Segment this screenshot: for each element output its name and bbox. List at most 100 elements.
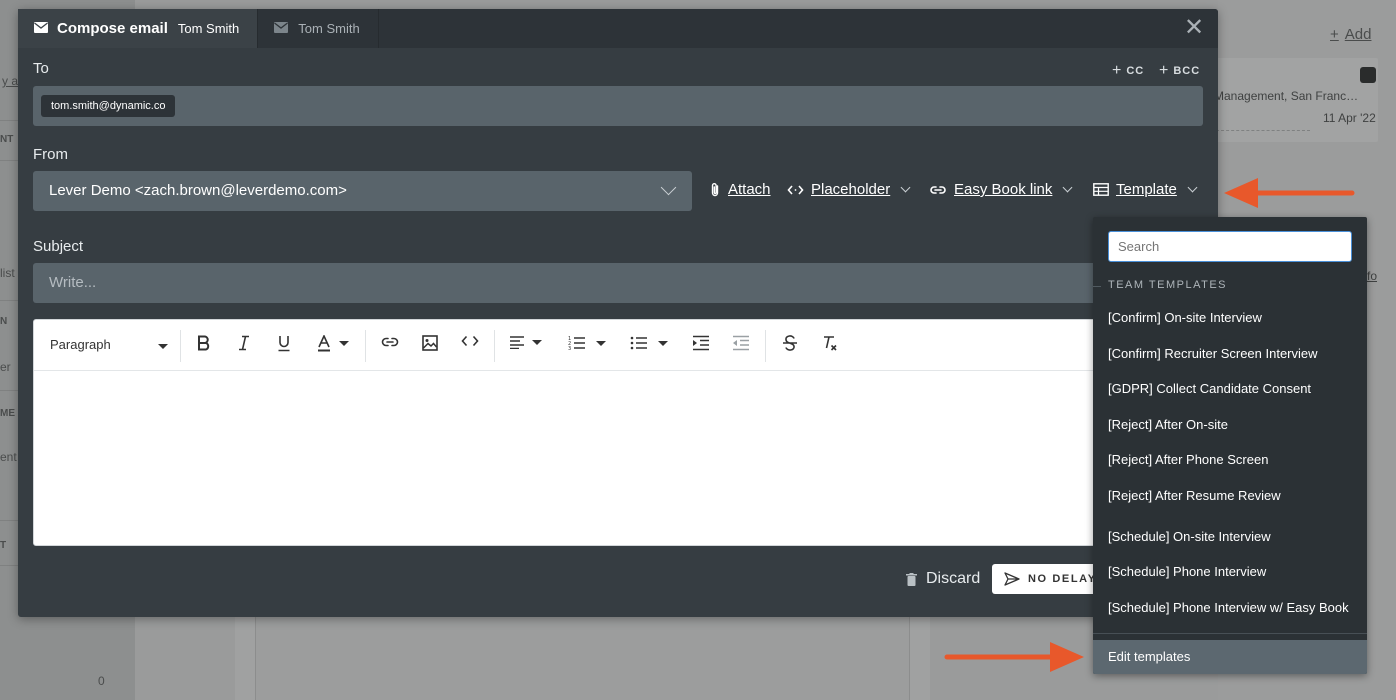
template-item[interactable]: [Schedule] Phone Interview (1108, 564, 1266, 579)
chevron-down-icon (1062, 182, 1073, 193)
subject-placeholder: Write... (49, 274, 97, 291)
outdent-button[interactable] (732, 335, 750, 351)
template-item[interactable]: [Confirm] Recruiter Screen Interview (1108, 346, 1318, 361)
bullet-list-icon (630, 336, 647, 350)
bold-icon (198, 335, 210, 351)
bg-card-location: Management, San Franc… (1214, 89, 1359, 103)
text-color-button[interactable] (317, 335, 349, 352)
compose-title: Compose email (57, 20, 168, 37)
recipient-chip[interactable]: tom.smith@dynamic.co (41, 95, 176, 117)
from-label: From (33, 146, 68, 163)
insert-image-button[interactable] (422, 335, 438, 351)
template-item[interactable]: [Confirm] On-site Interview (1108, 310, 1262, 325)
envelope-icon (34, 20, 48, 38)
table-icon (1093, 183, 1109, 196)
add-bcc-button[interactable]: + BCC (1159, 62, 1200, 80)
subject-input[interactable]: Write... (33, 263, 1203, 303)
editor-toolbar: Paragraph 1 2 3 (34, 320, 1202, 371)
chevron-down-icon (660, 179, 677, 196)
link-icon (929, 184, 947, 196)
annotation-arrow-left (1224, 178, 1355, 208)
send-icon (1004, 572, 1020, 586)
bold-button[interactable] (197, 335, 211, 351)
add-cc-button[interactable]: + CC (1112, 62, 1144, 80)
from-select[interactable]: Lever Demo <zach.brown@leverdemo.com> (33, 171, 692, 211)
background-card-inner (255, 616, 910, 700)
text-color-icon (318, 335, 330, 352)
template-item[interactable]: [Schedule] On-site Interview (1108, 529, 1271, 544)
section-title: TEAM TEMPLATES (1108, 279, 1228, 291)
bg-fragment: T (0, 540, 7, 551)
template-dropdown: TEAM TEMPLATES [Confirm] On-site Intervi… (1093, 217, 1367, 674)
caret-down-icon (339, 341, 349, 346)
template-item[interactable]: [GDPR] Collect Candidate Consent (1108, 381, 1311, 396)
italic-icon (239, 335, 249, 351)
caret-down-icon (158, 344, 169, 349)
caret-down-icon (658, 340, 668, 346)
code-view-button[interactable] (461, 335, 479, 347)
italic-button[interactable] (238, 335, 250, 351)
outdent-icon (733, 335, 749, 351)
underline-button[interactable] (277, 335, 291, 352)
tab-compose-email[interactable]: Compose email Tom Smith (18, 9, 258, 48)
template-search-input[interactable] (1108, 231, 1352, 262)
clear-format-button[interactable] (822, 335, 838, 351)
chevron-down-icon (1187, 182, 1198, 193)
compose-tabs: Compose email Tom Smith Tom Smith (18, 9, 379, 48)
bg-fragment: ME (0, 408, 15, 419)
bg-side-link[interactable]: fo (1367, 269, 1377, 283)
insert-link-button[interactable] (381, 335, 399, 349)
to-field[interactable]: tom.smith@dynamic.co (33, 86, 1203, 126)
underline-icon (278, 336, 290, 352)
discard-button[interactable]: Discard (906, 570, 980, 588)
bg-fragment: NT (0, 134, 14, 145)
bg-add-link[interactable]: + Add (1330, 26, 1371, 43)
bg-fragment: list (0, 266, 15, 280)
template-item[interactable]: [Reject] After Phone Screen (1108, 452, 1268, 467)
code-icon (461, 335, 479, 347)
compose-email-modal: Compose email Tom Smith Tom Smith ✕ To +… (18, 9, 1218, 617)
easy-book-link-button[interactable]: Easy Book link (929, 181, 1073, 198)
link-icon (381, 337, 399, 347)
bg-fragment: 0 (98, 674, 105, 688)
envelope-icon (274, 20, 289, 38)
clear-format-icon (824, 336, 837, 351)
indent-button[interactable] (692, 335, 710, 351)
paperclip-icon (709, 182, 721, 198)
svg-text:3: 3 (568, 346, 571, 351)
code-icon (787, 184, 804, 196)
bullet-list-button[interactable] (630, 335, 668, 351)
body-editor[interactable]: Paragraph 1 2 3 (33, 319, 1203, 546)
bg-edit-icon[interactable] (1360, 67, 1376, 83)
ordered-list-button[interactable]: 123 (568, 335, 606, 351)
chevron-down-icon (900, 182, 911, 193)
to-label: To (33, 60, 49, 77)
bg-fragment: er (0, 360, 11, 374)
bg-dashes (1216, 130, 1310, 131)
tab-other-email[interactable]: Tom Smith (257, 9, 379, 48)
image-icon (422, 335, 438, 351)
strikethrough-button[interactable] (782, 335, 798, 351)
edit-templates-button[interactable]: Edit templates (1093, 640, 1367, 674)
bg-card-date: 11 Apr '22 (1323, 111, 1376, 125)
attach-button[interactable]: Attach (709, 181, 771, 198)
close-icon[interactable]: ✕ (1184, 16, 1204, 40)
ordered-list-icon: 123 (568, 336, 585, 351)
template-item[interactable]: [Reject] After Resume Review (1108, 488, 1281, 503)
template-item[interactable]: [Schedule] Phone Interview w/ Easy Book (1108, 600, 1349, 615)
trash-icon (906, 572, 917, 586)
align-left-icon (510, 336, 524, 349)
bg-fragment: N (0, 316, 8, 327)
annotation-arrow-right (944, 642, 1084, 672)
placeholder-button[interactable]: Placeholder (787, 181, 911, 198)
from-value: Lever Demo <zach.brown@leverdemo.com> (49, 182, 347, 199)
strikethrough-icon (783, 335, 797, 351)
indent-icon (693, 335, 709, 351)
template-button[interactable]: Template (1093, 181, 1198, 198)
compose-candidate: Tom Smith (177, 21, 240, 36)
template-item[interactable]: [Reject] After On-site (1108, 417, 1228, 432)
paragraph-select[interactable]: Paragraph (50, 337, 169, 352)
caret-down-icon (596, 340, 606, 346)
align-button[interactable] (509, 335, 542, 349)
other-candidate: Tom Smith (298, 21, 360, 36)
